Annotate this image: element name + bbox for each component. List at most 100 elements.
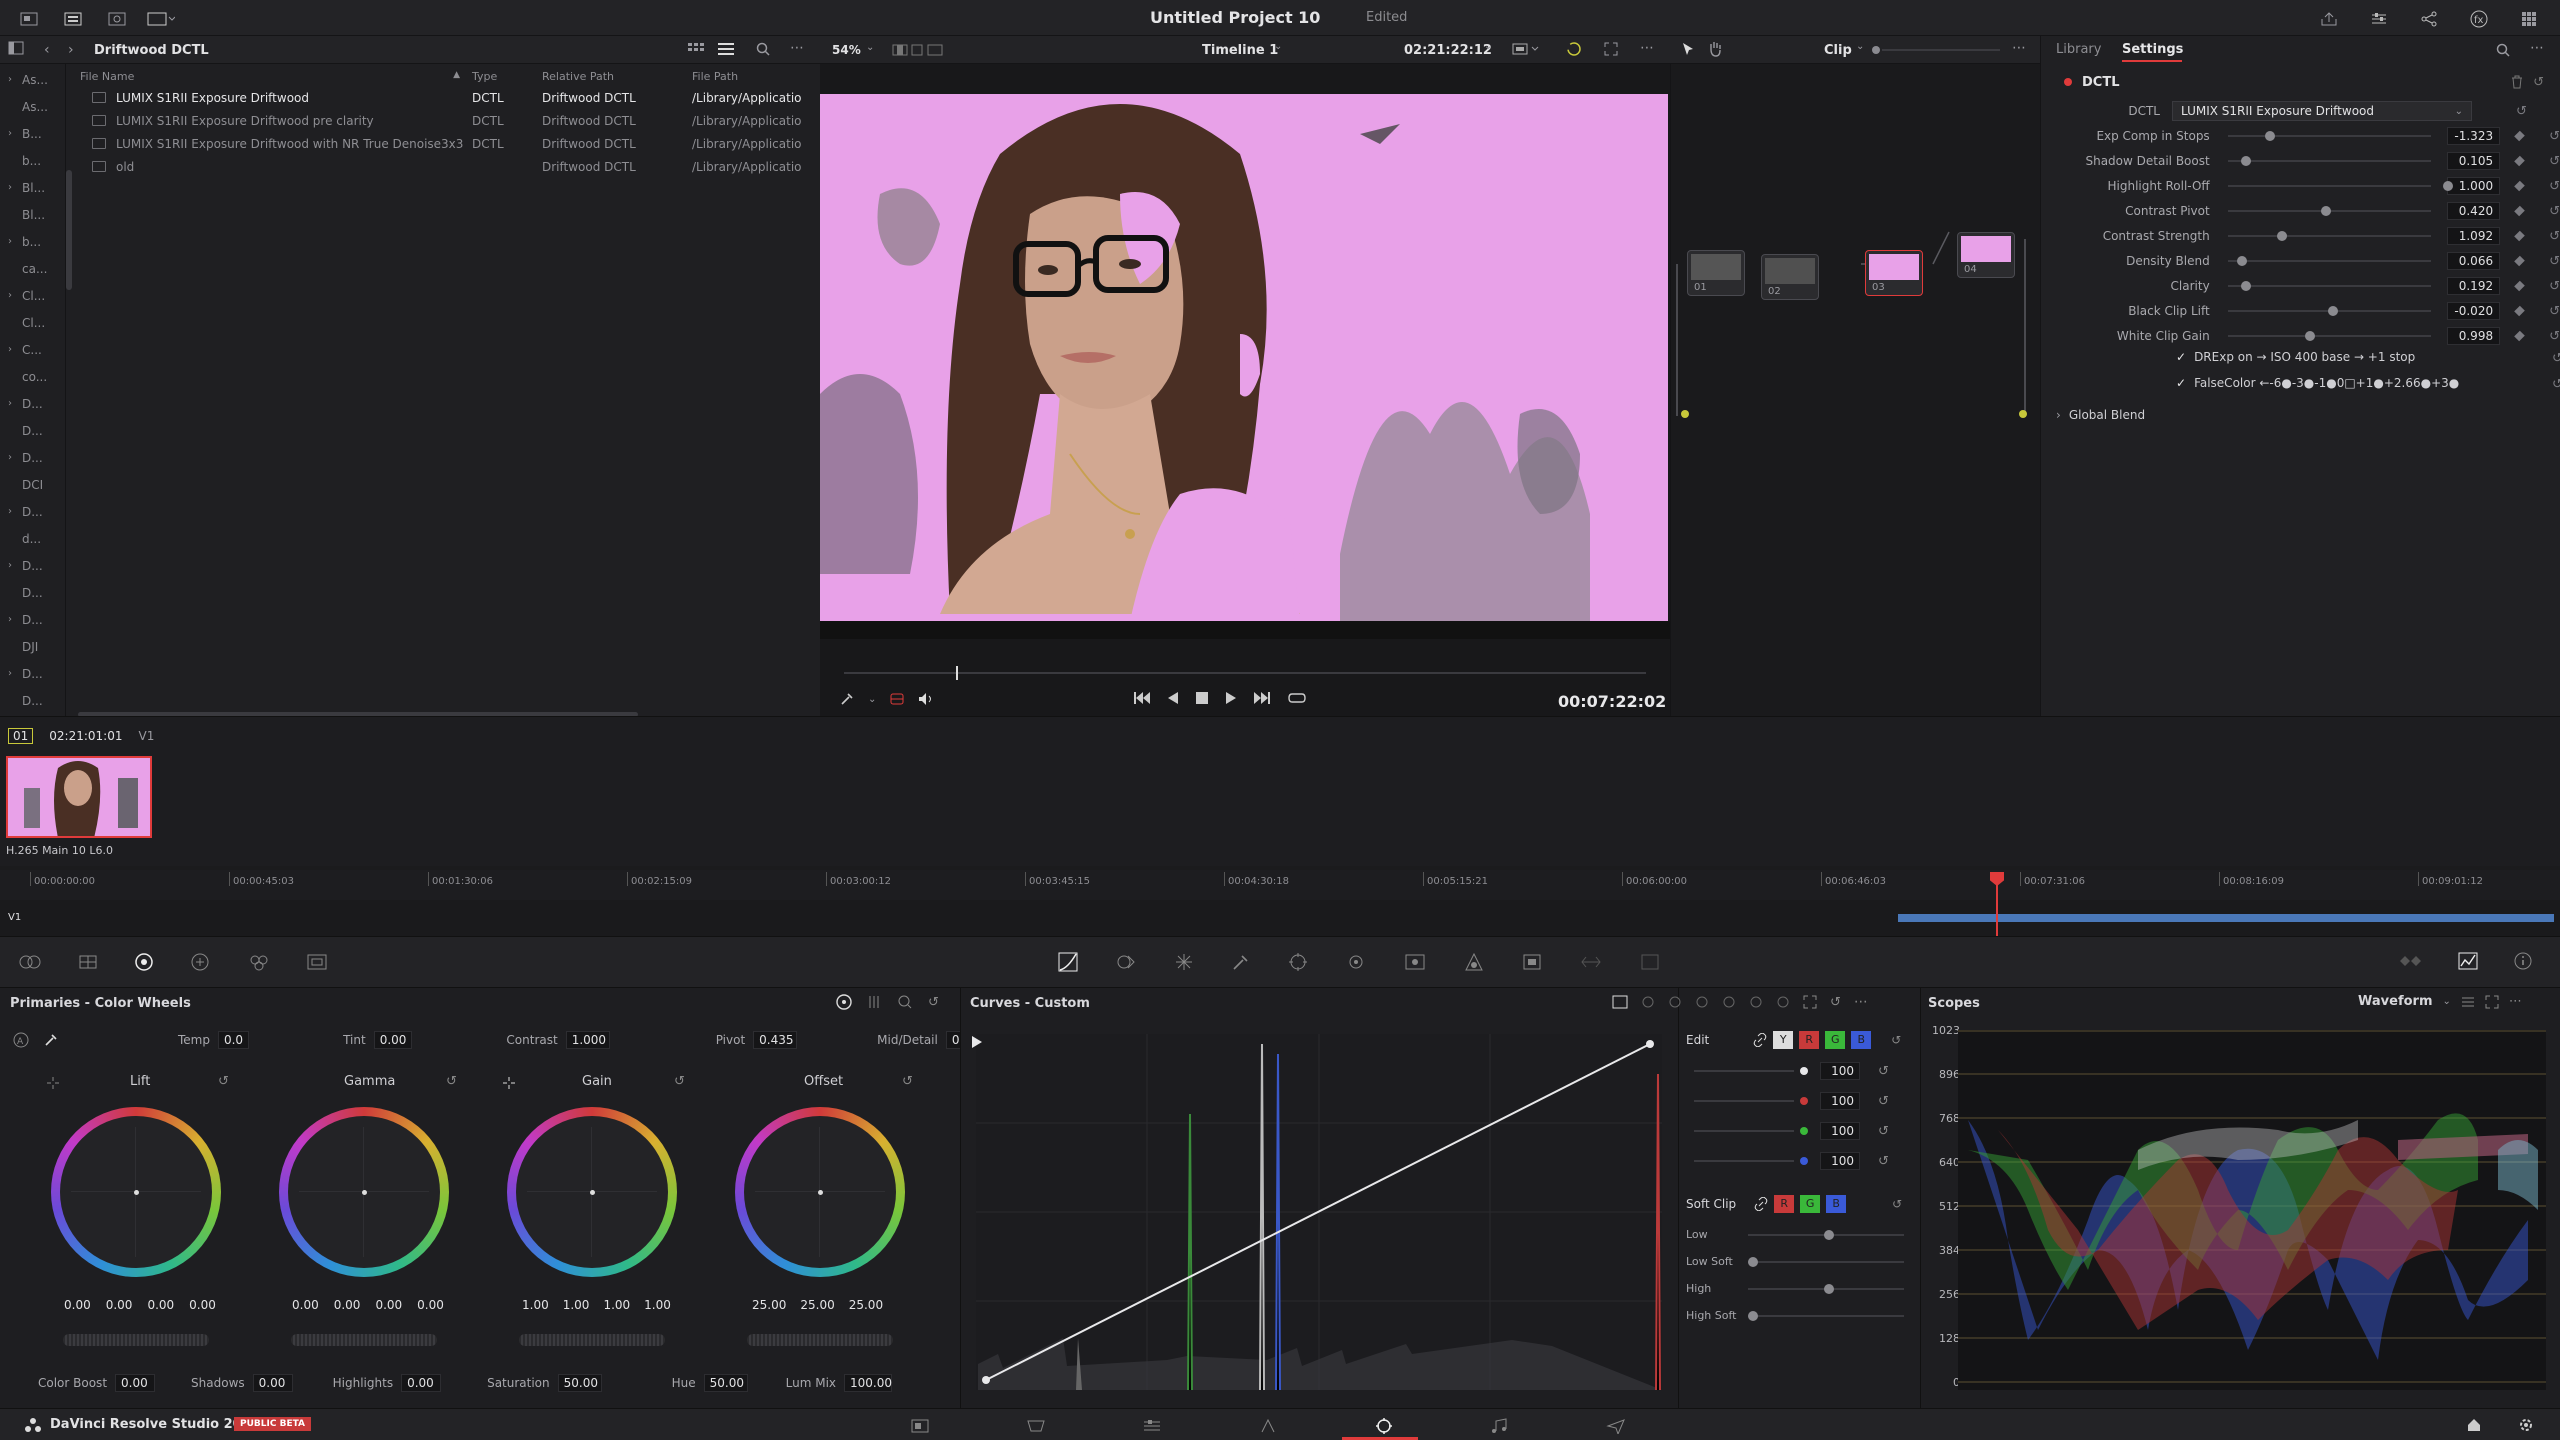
channel-y-button[interactable]: Y	[1773, 1031, 1794, 1049]
eyedropper-chevron-icon[interactable]: ⌄	[868, 694, 876, 705]
hdr-wheels-icon[interactable]	[190, 952, 212, 972]
intensity-field[interactable]: 100	[1820, 1152, 1860, 1170]
folder-item[interactable]: Cl...	[0, 309, 66, 336]
keyframe-diamond-icon[interactable]	[2514, 280, 2525, 292]
magic-mask-icon[interactable]	[1404, 953, 1426, 971]
viewer-scrubber[interactable]	[844, 666, 1646, 680]
go-to-end-icon[interactable]	[1254, 692, 1270, 704]
lift-y[interactable]: 0.00	[64, 1298, 91, 1312]
lift-b[interactable]: 0.00	[189, 1298, 216, 1312]
param-value-field[interactable]: 0.420	[2446, 202, 2501, 220]
slider-knob[interactable]	[1748, 1257, 1758, 1267]
node-zoom-slider[interactable]	[1882, 49, 2000, 51]
softclip-highsoft-slider[interactable]	[1748, 1311, 1904, 1321]
fullscreen-icon[interactable]	[1604, 42, 1618, 56]
gain-wheel[interactable]	[507, 1107, 677, 1277]
keyframe-diamond-icon[interactable]	[2514, 205, 2525, 217]
gamma-reset-icon[interactable]: ↺	[446, 1074, 457, 1089]
eyedropper-icon[interactable]	[840, 692, 854, 706]
scopes-icon[interactable]	[2458, 952, 2478, 970]
edit-reset-icon[interactable]: ↺	[1891, 1033, 1901, 1047]
inspector-search-icon[interactable]	[2496, 43, 2510, 57]
param-value-field[interactable]: 0.998	[2446, 327, 2501, 345]
folder-item[interactable]: d...	[0, 525, 66, 552]
wheel-center-handle[interactable]	[818, 1190, 823, 1195]
slider-knob[interactable]	[1824, 1230, 1834, 1240]
link-icon[interactable]	[1753, 1033, 1767, 1047]
hue-field[interactable]: 50.00	[703, 1374, 748, 1392]
lift-picker-icon[interactable]	[46, 1076, 60, 1090]
param-reset-icon[interactable]: ↺	[2549, 179, 2560, 194]
play-icon[interactable]	[1226, 692, 1236, 704]
effect-reset-icon[interactable]: ↺	[2533, 75, 2544, 90]
search-icon[interactable]	[756, 42, 770, 56]
param-value-field[interactable]: -1.323	[2446, 127, 2501, 145]
intensity-field[interactable]: 100	[1820, 1122, 1860, 1140]
param-reset-icon[interactable]: ↺	[2549, 204, 2560, 219]
rgb-mixer-icon[interactable]	[248, 952, 270, 972]
slider-knob[interactable]	[2320, 206, 2331, 216]
folder-item[interactable]: DJI	[0, 633, 66, 660]
slider-knob[interactable]	[2236, 256, 2247, 266]
upload-icon[interactable]	[2314, 4, 2344, 34]
channel-b-button[interactable]: B	[1851, 1031, 1872, 1049]
param-reset-icon[interactable]: ↺	[2549, 304, 2560, 319]
colorboost-field[interactable]: 0.00	[115, 1374, 156, 1392]
pivot-field[interactable]: 0.435	[753, 1031, 798, 1049]
media-pool-row[interactable]: LUMIX S1RII Exposure Driftwood pre clari…	[92, 109, 820, 132]
param-reset-icon[interactable]: ↺	[2549, 154, 2560, 169]
folder-item[interactable]: › D...	[0, 606, 66, 633]
saturation-field[interactable]: 50.00	[557, 1374, 602, 1392]
folder-item[interactable]: › As...	[0, 66, 66, 93]
lift-wheel[interactable]	[51, 1107, 221, 1277]
folder-item[interactable]: co...	[0, 363, 66, 390]
folder-item[interactable]: D...	[0, 579, 66, 606]
offset-g[interactable]: 25.00	[800, 1298, 834, 1312]
dctl-select[interactable]: LUMIX S1RII Exposure Driftwood ⌄	[2172, 101, 2472, 121]
effects-icon[interactable]	[58, 4, 88, 34]
col-file-name[interactable]: File Name ▲	[80, 70, 472, 83]
sat-lum-icon[interactable]	[1776, 995, 1790, 1009]
intensity-reset-icon[interactable]: ↺	[1878, 1154, 1889, 1169]
timeline-chevron-icon[interactable]: ⌄	[1274, 41, 1282, 52]
param-reset-icon[interactable]: ↺	[2549, 254, 2560, 269]
slider-knob[interactable]	[1748, 1311, 1758, 1321]
intensity-reset-icon[interactable]: ↺	[1878, 1064, 1889, 1079]
temp-field[interactable]: 0.0	[217, 1031, 250, 1049]
page-media-icon[interactable]	[910, 1418, 930, 1434]
keyframe-diamond-icon[interactable]	[2514, 155, 2525, 167]
slider-knob[interactable]	[2265, 131, 2276, 141]
folder-item[interactable]: b...	[0, 147, 66, 174]
folder-item[interactable]: › D...	[0, 390, 66, 417]
tab-library[interactable]: Library	[2056, 42, 2101, 57]
folder-item[interactable]: › D...	[0, 660, 66, 687]
auto-balance-icon[interactable]: A	[12, 1031, 30, 1049]
folder-item[interactable]: › B...	[0, 120, 66, 147]
param-value-field[interactable]: 1.000	[2446, 177, 2501, 195]
param-slider[interactable]	[2227, 206, 2431, 216]
tint-field[interactable]: 0.00	[373, 1031, 413, 1049]
shadows-field[interactable]: 0.00	[252, 1374, 293, 1392]
curves-more-icon[interactable]: ⋯	[1854, 994, 1868, 1010]
zoom-level[interactable]: 54%	[832, 43, 861, 57]
slider-knob[interactable]	[2241, 156, 2251, 166]
media-pool-icon[interactable]	[14, 4, 44, 34]
softclip-r-button[interactable]: R	[1774, 1195, 1795, 1213]
page-deliver-icon[interactable]	[1606, 1418, 1626, 1434]
grid-icon[interactable]	[2514, 4, 2544, 34]
slider-knob[interactable]	[2241, 281, 2251, 291]
curve-graph[interactable]	[976, 1034, 1662, 1390]
intensity-reset-icon[interactable]: ↺	[1878, 1124, 1889, 1139]
param-reset-icon[interactable]: ↺	[2549, 329, 2560, 344]
trash-icon[interactable]	[2511, 75, 2523, 89]
param-slider[interactable]	[2227, 331, 2431, 341]
param-slider[interactable]	[2227, 281, 2431, 291]
window-icon[interactable]	[1288, 952, 1308, 972]
loop-icon[interactable]	[1288, 692, 1306, 704]
tab-settings[interactable]: Settings	[2122, 42, 2183, 57]
scope-settings-icon[interactable]	[2461, 996, 2475, 1008]
softclip-low-slider[interactable]	[1748, 1230, 1904, 1240]
mini-timeline-track[interactable]: V1	[0, 900, 2560, 936]
folder-item[interactable]: › C...	[0, 336, 66, 363]
checkbox-drexp[interactable]: ✓ DRExp on → ISO 400 base → +1 stop	[2176, 350, 2415, 364]
